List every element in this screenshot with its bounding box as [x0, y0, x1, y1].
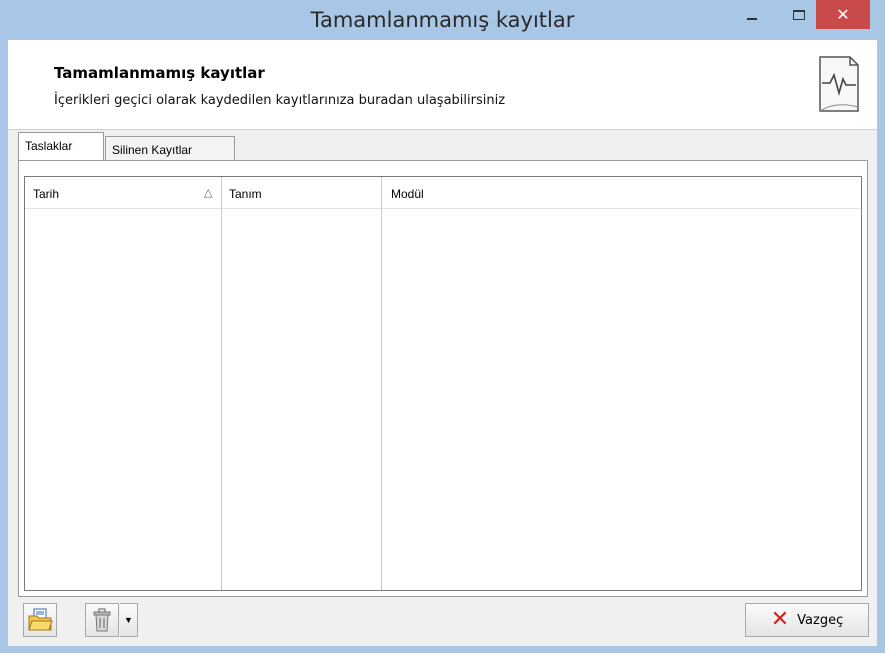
- column-tanim: Tanım: [222, 177, 382, 590]
- records-grid[interactable]: Tarih △ Tanım Modül: [24, 176, 862, 591]
- open-button[interactable]: [23, 603, 57, 637]
- delete-options-dropdown[interactable]: ▼: [120, 603, 138, 637]
- dialog-header: Tamamlanmamış kayıtlar İçerikleri geçici…: [8, 40, 877, 130]
- header-title: Tamamlanmamış kayıtlar: [54, 64, 265, 82]
- dialog-client-area: Tamamlanmamış kayıtlar İçerikleri geçici…: [8, 40, 877, 646]
- title-bar[interactable]: Tamamlanmamış kayıtlar ✕: [0, 0, 885, 40]
- column-modul: Modül: [382, 177, 861, 590]
- close-icon: ✕: [836, 6, 850, 24]
- cancel-button[interactable]: ✕ Vazgeç: [745, 603, 869, 637]
- trash-icon: [93, 608, 111, 632]
- maximize-icon: [793, 9, 805, 20]
- maximize-button[interactable]: [782, 0, 816, 29]
- cancel-x-icon: ✕: [770, 607, 790, 632]
- grid-header-row: [25, 177, 861, 209]
- open-folder-icon: [28, 608, 53, 631]
- tab-silinen-kayitlar[interactable]: Silinen Kayıtlar: [105, 136, 235, 160]
- tab-taslaklar[interactable]: Taslaklar: [18, 132, 104, 160]
- header-subtitle: İçerikleri geçici olarak kaydedilen kayı…: [54, 93, 506, 108]
- chevron-down-icon: ▼: [124, 615, 133, 625]
- dialog-window: Tamamlanmamış kayıtlar ✕ Tamamlanmamış k…: [0, 0, 885, 653]
- minimize-button[interactable]: [735, 0, 769, 29]
- delete-button[interactable]: [85, 603, 119, 637]
- close-button[interactable]: ✕: [816, 0, 870, 29]
- tab-panel: Tarih △ Tanım Modül: [18, 160, 868, 597]
- minimize-icon: [747, 17, 757, 20]
- column-tarih: Tarih △: [25, 177, 222, 590]
- document-chart-icon: [819, 56, 859, 112]
- cancel-label: Vazgeç: [797, 612, 844, 628]
- dialog-footer: ▼ ✕ Vazgeç: [8, 597, 877, 646]
